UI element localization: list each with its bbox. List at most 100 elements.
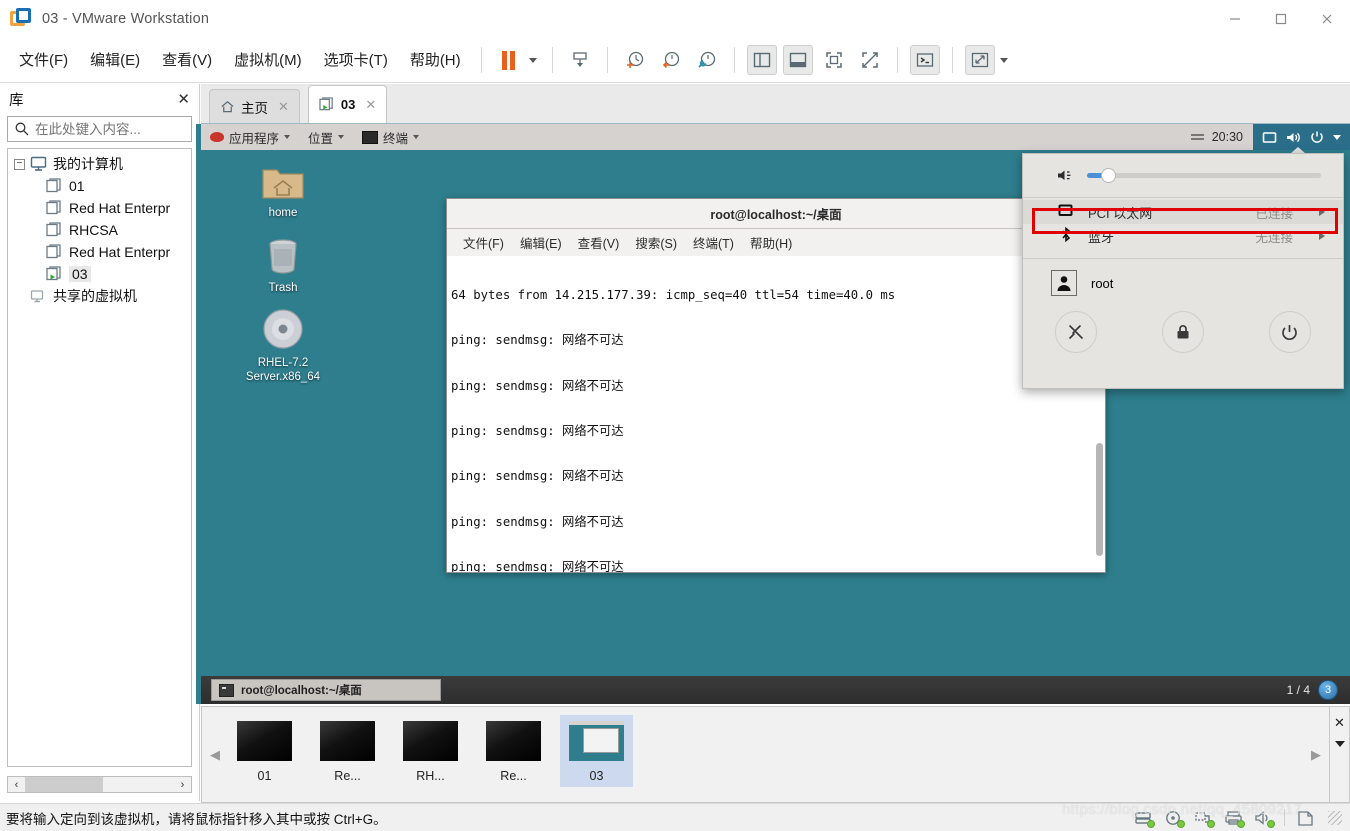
- network-icon: [1262, 131, 1277, 143]
- network-adapter-icon[interactable]: [1194, 810, 1215, 828]
- terminal-menu-help[interactable]: 帮助(H): [750, 233, 792, 252]
- expander-icon[interactable]: −: [14, 158, 25, 170]
- volume-slider-knob[interactable]: [1101, 168, 1117, 183]
- terminal-titlebar: root@localhost:~/桌面 –: [447, 199, 1105, 229]
- terminal-menu-view[interactable]: 查看(V): [578, 233, 620, 252]
- tab-03-close-icon[interactable]: ✕: [365, 97, 376, 113]
- taskbar-window-button[interactable]: root@localhost:~/桌面: [211, 679, 441, 701]
- minimize-button[interactable]: [1212, 0, 1258, 38]
- tab-03-label: 03: [340, 97, 356, 112]
- terminal-menu-file[interactable]: 文件(F): [463, 233, 504, 252]
- sidebar-item-label: 01: [69, 178, 85, 194]
- gnome-status-menu[interactable]: PCI 以太网 已连接 蓝牙 无连接 root: [1022, 153, 1344, 389]
- sidebar-item-vm-03[interactable]: 03: [8, 263, 191, 285]
- power-icon: [1311, 131, 1323, 143]
- stretch-icon[interactable]: [964, 45, 995, 75]
- library-panel: 库 ✕ − 我的计算机: [0, 84, 226, 801]
- sidebar-item-vm-rhcsa[interactable]: RHCSA: [8, 219, 191, 241]
- settings-button[interactable]: [1055, 311, 1098, 353]
- terminal-menu-search[interactable]: 搜索(S): [635, 233, 677, 252]
- terminal-icon: [219, 683, 234, 697]
- library-search-box[interactable]: [7, 116, 226, 142]
- device-status-icons: [1134, 809, 1350, 828]
- thumbbar-more-icon[interactable]: [1334, 741, 1345, 747]
- tab-03[interactable]: 03 ✕: [307, 85, 388, 123]
- revert-snapshot-icon[interactable]: [656, 45, 686, 75]
- toolbar-divider-4: [733, 47, 735, 73]
- thumbnail-rh[interactable]: RH...: [394, 715, 467, 787]
- workspace-switcher[interactable]: 1 / 4 3: [1287, 680, 1350, 700]
- thumbbar-close-icon[interactable]: ✕: [1334, 715, 1345, 731]
- desktop-icon-rhel-iso[interactable]: RHEL-7.2 Server.x86_64: [231, 300, 335, 384]
- thumbnail-re-2[interactable]: Re...: [477, 715, 550, 787]
- snapshot-icon[interactable]: [565, 45, 595, 75]
- tree-root-my-computer[interactable]: − 我的计算机: [8, 153, 191, 175]
- volume-slider-row[interactable]: [1023, 154, 1343, 195]
- menu-edit[interactable]: 编辑(E): [79, 38, 151, 83]
- terminal-menu-edit[interactable]: 编辑(E): [520, 233, 562, 252]
- menu-bar: 文件(F) 编辑(E) 查看(V) 虚拟机(M) 选项卡(T) 帮助(H): [0, 38, 1350, 83]
- status-row-user[interactable]: root: [1023, 265, 1343, 301]
- resize-grip-icon[interactable]: [1328, 810, 1342, 825]
- volume-slider[interactable]: [1087, 168, 1321, 183]
- menu-view[interactable]: 查看(V): [151, 38, 223, 83]
- gnome-places-menu[interactable]: 位置: [299, 124, 353, 150]
- library-search-input[interactable]: [35, 121, 212, 137]
- tab-home[interactable]: 主页 ✕: [209, 89, 300, 123]
- fullscreen-icon[interactable]: [819, 45, 849, 75]
- snapshot-manager-icon[interactable]: [692, 45, 722, 75]
- sidebar-item-shared-vms[interactable]: 共享的虚拟机: [8, 285, 191, 307]
- show-thumbnail-bar-icon[interactable]: [782, 45, 813, 75]
- thumbbar-scroll-right-icon[interactable]: ▶: [1303, 747, 1329, 763]
- thumbnail-preview: [486, 721, 541, 761]
- terminal-menu-terminal[interactable]: 终端(T): [693, 233, 734, 252]
- take-snapshot-icon[interactable]: [620, 45, 650, 75]
- pause-icon[interactable]: [494, 45, 524, 75]
- console-icon[interactable]: [909, 45, 940, 75]
- unity-mode-icon[interactable]: [855, 45, 885, 75]
- sidebar-item-vm-rhel-2[interactable]: Red Hat Enterpr: [8, 241, 191, 263]
- library-close-icon[interactable]: ✕: [177, 90, 190, 108]
- close-button[interactable]: [1304, 0, 1350, 38]
- lock-button[interactable]: [1161, 311, 1204, 353]
- dropdown-caret-icon[interactable]: [528, 57, 537, 63]
- removable-device-icon[interactable]: [1296, 810, 1315, 826]
- scrollbar-thumb[interactable]: [25, 777, 103, 792]
- menu-vm[interactable]: 虚拟机(M): [223, 38, 313, 83]
- menu-help[interactable]: 帮助(H): [399, 38, 472, 83]
- sound-card-icon[interactable]: [1254, 810, 1275, 828]
- scroll-right-icon[interactable]: ›: [174, 779, 191, 791]
- menu-file[interactable]: 文件(F): [8, 38, 79, 83]
- thumbnail-03[interactable]: 03: [560, 715, 633, 787]
- terminal-line: ping: sendmsg: 网络不可达: [451, 424, 624, 439]
- cd-dvd-icon[interactable]: [1164, 810, 1185, 828]
- desktop-icon-trash[interactable]: Trash: [237, 225, 329, 295]
- thumbnail-re-1[interactable]: Re...: [311, 715, 384, 787]
- title-bar: 03 - VMware Workstation: [0, 0, 1350, 38]
- thumbbar-scroll-left-icon[interactable]: ◀: [202, 747, 228, 763]
- gnome-terminal-label: 终端: [383, 131, 409, 146]
- gnome-applications-menu[interactable]: 应用程序: [201, 124, 299, 150]
- sidebar-item-vm-rhel-1[interactable]: Red Hat Enterpr: [8, 197, 191, 219]
- tab-home-close-icon[interactable]: ✕: [278, 99, 289, 115]
- vm-running-icon: [319, 97, 333, 111]
- gnome-terminal-window-menu[interactable]: 终端: [353, 124, 428, 150]
- terminal-window[interactable]: root@localhost:~/桌面 – 文件(F) 编辑(E) 查看(V) …: [446, 198, 1106, 573]
- scrollbar-thumb[interactable]: [1096, 443, 1103, 556]
- terminal-output[interactable]: 64 bytes from 14.215.177.39: icmp_seq=40…: [447, 256, 1105, 572]
- scroll-left-icon[interactable]: ‹: [8, 779, 25, 791]
- power-button[interactable]: [1268, 311, 1311, 353]
- library-title: 库: [9, 92, 24, 109]
- desktop-icon-home[interactable]: home: [237, 150, 329, 220]
- thumbnail-01[interactable]: 01: [228, 715, 301, 787]
- library-horizontal-scrollbar[interactable]: ‹ ›: [7, 776, 192, 793]
- hard-disk-icon[interactable]: [1134, 810, 1155, 828]
- gnome-clock[interactable]: 20:30: [1190, 130, 1253, 144]
- dropdown-caret2-icon[interactable]: [999, 57, 1008, 63]
- thumbnail-preview: [320, 721, 375, 761]
- printer-icon[interactable]: [1224, 810, 1245, 828]
- menu-tabs[interactable]: 选项卡(T): [313, 38, 399, 83]
- maximize-button[interactable]: [1258, 0, 1304, 38]
- sidebar-item-vm-01[interactable]: 01: [8, 175, 191, 197]
- show-library-icon[interactable]: [746, 45, 777, 75]
